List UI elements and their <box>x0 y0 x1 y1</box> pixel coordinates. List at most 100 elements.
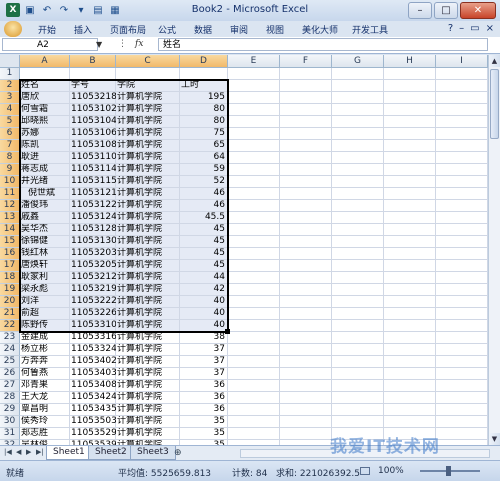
cell-b18[interactable]: 11053212 <box>70 272 116 284</box>
cell-d4[interactable]: 80 <box>180 104 228 116</box>
cell-a21[interactable]: 俞超 <box>20 308 70 320</box>
cell-a18[interactable]: 耿家利 <box>20 272 70 284</box>
cell-b21[interactable]: 11053226 <box>70 308 116 320</box>
row-header[interactable]: 18 <box>0 272 20 284</box>
cell-d28[interactable]: 36 <box>180 392 228 404</box>
cell-a22[interactable]: 陈野传 <box>20 320 70 332</box>
cell-d10[interactable]: 52 <box>180 176 228 188</box>
sheet-tab-2[interactable]: Sheet2 <box>88 446 134 460</box>
row-header[interactable]: 21 <box>0 308 20 320</box>
workbook-close-icon[interactable]: × <box>486 23 494 34</box>
cell-d6[interactable]: 75 <box>180 128 228 140</box>
column-header-c[interactable]: C <box>116 55 180 68</box>
cell-c8[interactable]: 计算机学院 <box>116 152 180 164</box>
insert-function-icon[interactable]: fx <box>135 39 143 49</box>
row-header[interactable]: 31 <box>0 428 20 440</box>
cell-b1[interactable] <box>70 68 116 80</box>
cell-b28[interactable]: 11053424 <box>70 392 116 404</box>
cell-d25[interactable]: 37 <box>180 356 228 368</box>
column-header-b[interactable]: B <box>70 55 116 68</box>
row-header[interactable]: 20 <box>0 296 20 308</box>
last-sheet-icon[interactable]: ▶| <box>36 448 44 456</box>
cell-c27[interactable]: 计算机学院 <box>116 380 180 392</box>
cell-b17[interactable]: 11053205 <box>70 260 116 272</box>
row-header[interactable]: 22 <box>0 320 20 332</box>
row-header[interactable]: 25 <box>0 356 20 368</box>
row-header[interactable]: 28 <box>0 392 20 404</box>
cell-b30[interactable]: 11053503 <box>70 416 116 428</box>
cell-d27[interactable]: 36 <box>180 380 228 392</box>
cell-d11[interactable]: 46 <box>180 188 228 200</box>
cell-d20[interactable]: 40 <box>180 296 228 308</box>
cell-a30[interactable]: 侯秀玲 <box>20 416 70 428</box>
cell-c11[interactable]: 计算机学院 <box>116 188 180 200</box>
cell-b12[interactable]: 11053122 <box>70 200 116 212</box>
cell-a9[interactable]: 蒋志成 <box>20 164 70 176</box>
column-header-f[interactable]: F <box>280 55 332 68</box>
cell-d9[interactable]: 59 <box>180 164 228 176</box>
tab-beautify[interactable]: 美化大师 <box>302 23 338 36</box>
cell-d23[interactable]: 38 <box>180 332 228 344</box>
cell-c1[interactable] <box>116 68 180 80</box>
close-button[interactable]: ✕ <box>460 2 496 19</box>
zoom-slider-knob[interactable] <box>446 466 451 476</box>
cell-d13[interactable]: 45.5 <box>180 212 228 224</box>
cell-c3[interactable]: 计算机学院 <box>116 92 180 104</box>
cell-a27[interactable]: 邓青果 <box>20 380 70 392</box>
row-header[interactable]: 29 <box>0 404 20 416</box>
cell-d24[interactable]: 37 <box>180 344 228 356</box>
normal-view-icon[interactable] <box>360 467 370 475</box>
maximize-button[interactable]: □ <box>434 2 458 19</box>
cell-b19[interactable]: 11053219 <box>70 284 116 296</box>
cell-c22[interactable]: 计算机学院 <box>116 320 180 332</box>
tab-view[interactable]: 视图 <box>266 23 284 36</box>
cell-c28[interactable]: 计算机学院 <box>116 392 180 404</box>
row-header[interactable]: 5 <box>0 116 20 128</box>
cell-a3[interactable]: 唐欣 <box>20 92 70 104</box>
cell-a10[interactable]: 井光绪 <box>20 176 70 188</box>
cell-c16[interactable]: 计算机学院 <box>116 248 180 260</box>
cell-c4[interactable]: 计算机学院 <box>116 104 180 116</box>
cell-a13[interactable]: 戚鑫 <box>20 212 70 224</box>
minimize-button[interactable]: – <box>408 2 432 19</box>
prev-sheet-icon[interactable]: ◀ <box>16 448 21 456</box>
cell-b4[interactable]: 11053102 <box>70 104 116 116</box>
scroll-down-icon[interactable]: ▼ <box>489 433 500 445</box>
cell-c14[interactable]: 计算机学院 <box>116 224 180 236</box>
cell-c30[interactable]: 计算机学院 <box>116 416 180 428</box>
cell-d22[interactable]: 40 <box>180 320 228 332</box>
row-header[interactable]: 26 <box>0 368 20 380</box>
cell-b14[interactable]: 11053128 <box>70 224 116 236</box>
row-header[interactable]: 19 <box>0 284 20 296</box>
tab-home[interactable]: 开始 <box>38 23 56 36</box>
tab-developer[interactable]: 开发工具 <box>352 23 388 36</box>
workbook-minimize-icon[interactable]: – <box>459 23 464 34</box>
cell-a14[interactable]: 吴华杰 <box>20 224 70 236</box>
cell-a12[interactable]: 潘俊玮 <box>20 200 70 212</box>
sheet-tab-3[interactable]: Sheet3 <box>130 446 176 460</box>
row-header[interactable]: 2 <box>0 80 20 92</box>
row-header[interactable]: 7 <box>0 140 20 152</box>
cell-b13[interactable]: 11053124 <box>70 212 116 224</box>
row-header[interactable]: 9 <box>0 164 20 176</box>
name-box-dropdown-icon[interactable]: ▼ <box>96 40 102 49</box>
cell-c19[interactable]: 计算机学院 <box>116 284 180 296</box>
cell-b29[interactable]: 11053435 <box>70 404 116 416</box>
workbook-restore-icon[interactable]: ▭ <box>470 23 479 34</box>
next-sheet-icon[interactable]: ▶ <box>26 448 31 456</box>
formula-input[interactable]: 姓名 <box>158 38 488 51</box>
cell-b7[interactable]: 11053108 <box>70 140 116 152</box>
cell-a23[interactable]: 金建成 <box>20 332 70 344</box>
cell-d18[interactable]: 44 <box>180 272 228 284</box>
cell-c31[interactable]: 计算机学院 <box>116 428 180 440</box>
cell-c26[interactable]: 计算机学院 <box>116 368 180 380</box>
cell-c23[interactable]: 计算机学院 <box>116 332 180 344</box>
name-box[interactable]: A2 <box>2 38 98 51</box>
cell-d17[interactable]: 45 <box>180 260 228 272</box>
cell-b31[interactable]: 11053529 <box>70 428 116 440</box>
cell-d31[interactable]: 35 <box>180 428 228 440</box>
cell-d21[interactable]: 40 <box>180 308 228 320</box>
cell-d29[interactable]: 36 <box>180 404 228 416</box>
sheet-tab-1[interactable]: Sheet1 <box>46 446 92 460</box>
tab-page-layout[interactable]: 页面布局 <box>110 23 146 36</box>
